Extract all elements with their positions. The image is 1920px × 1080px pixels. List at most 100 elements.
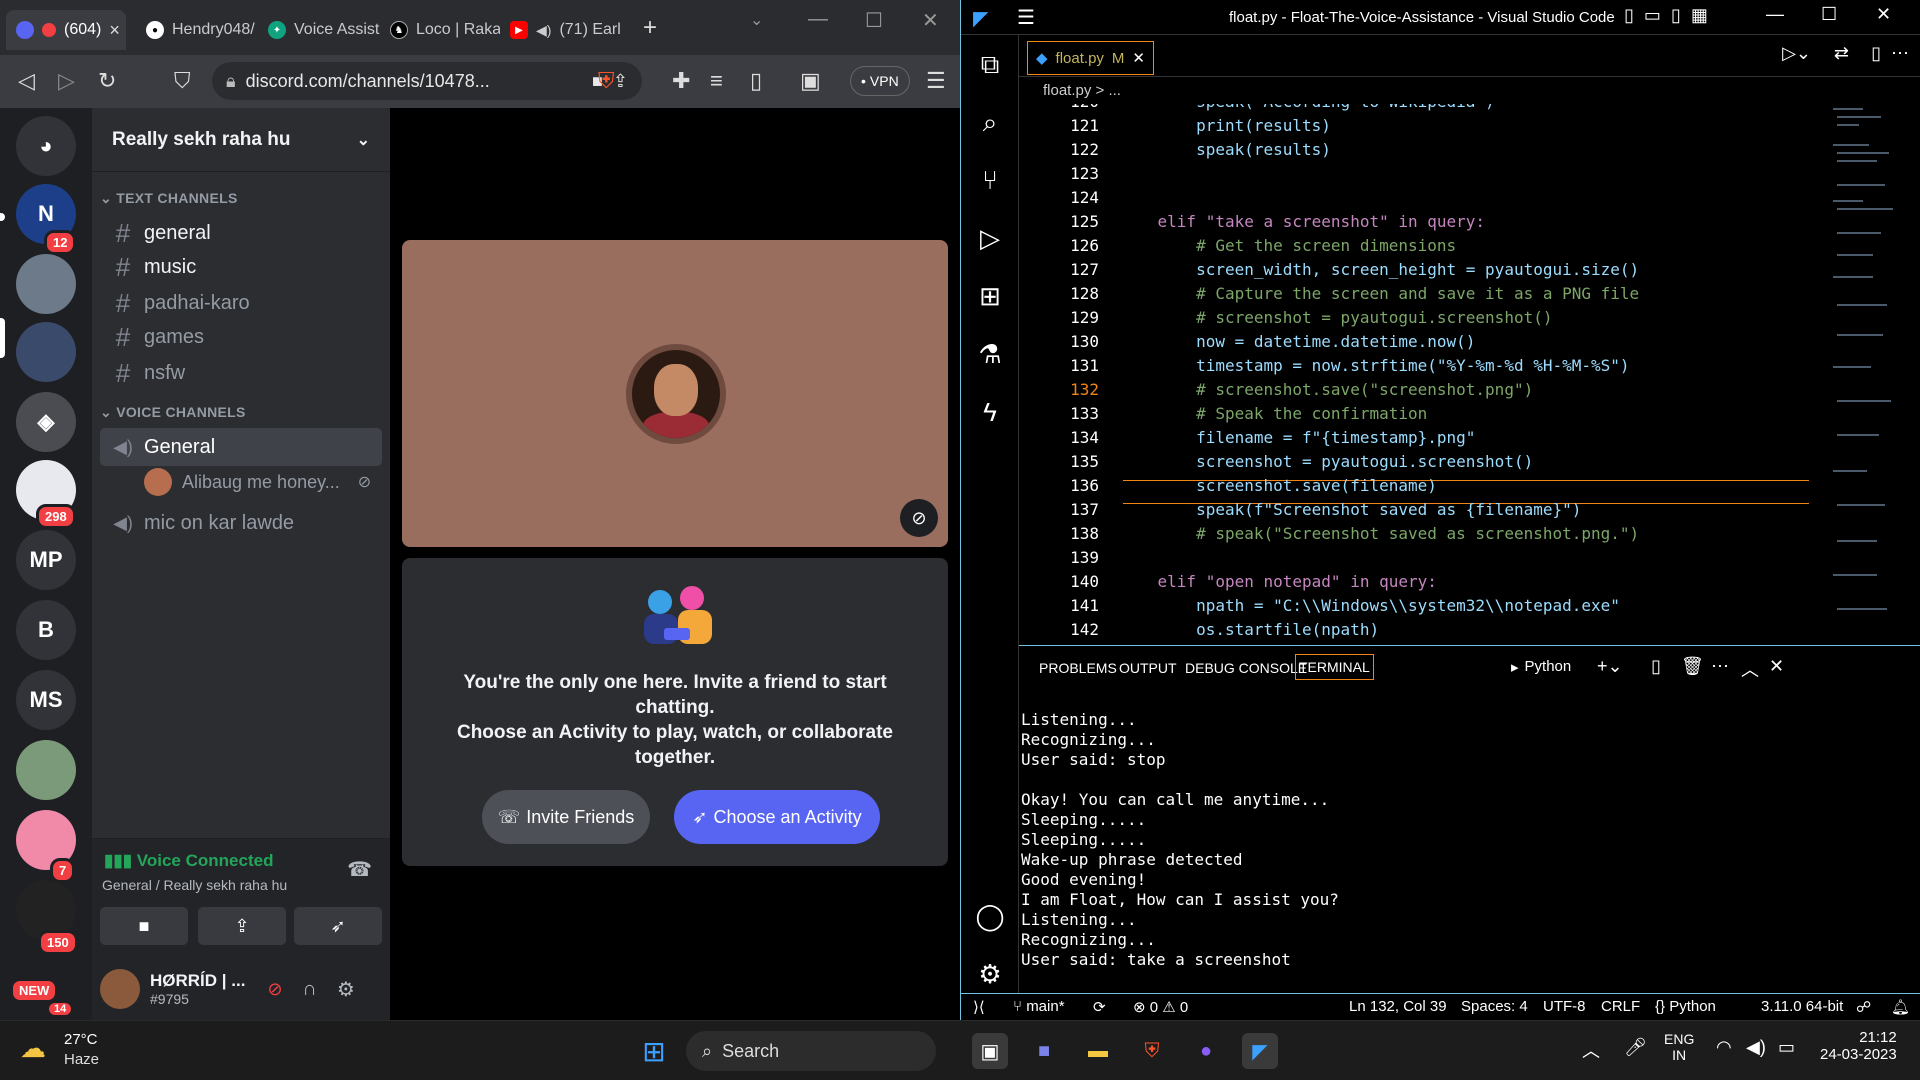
server-icon[interactable] [16,322,76,382]
language-mode[interactable]: {} Python [1655,998,1716,1015]
browser-tab-discord[interactable]: (604) × [6,10,126,50]
tab-terminal[interactable]: TERMINAL [1295,654,1374,680]
split-editor-icon[interactable]: ▯ [1871,43,1881,64]
minimize-icon[interactable]: — [1766,4,1784,25]
muted-mic-icon[interactable]: ⊘ [267,979,282,1000]
account-icon[interactable]: ◯ [971,897,1009,935]
browser-tab-github[interactable]: ● Hendry048/ [136,10,256,50]
menu-icon[interactable]: ☰ [1017,5,1035,30]
camera-button[interactable]: ■ [100,907,188,945]
share-icon[interactable]: ⇪ [613,71,628,92]
voice-connected-sub[interactable]: General / Really sekh raha hu [102,877,287,893]
browser-tab-youtube[interactable]: ▶ ◀) (71) Earl [500,10,622,50]
clock[interactable]: 21:12 24-03-2023 [1820,1029,1897,1063]
editor-tab-float-py[interactable]: ◆ float.py M ✕ [1027,41,1154,75]
windows-start-icon[interactable]: ⊞ [636,1033,672,1069]
server-icon-ms[interactable]: MS [16,670,76,730]
server-icon[interactable] [16,254,76,314]
maximize-panel-icon[interactable]: ︿ [1741,656,1759,682]
avatar[interactable] [100,969,140,1009]
browser-tab-chatgpt[interactable]: ✦ Voice Assist [258,10,380,50]
run-python-icon[interactable]: ▷⌄ [1782,43,1811,64]
remote-icon[interactable]: ⟩⟨ [973,998,985,1016]
vscode-taskbar-icon[interactable]: ◤ [1242,1033,1278,1069]
tab-problems[interactable]: PROBLEMS [1039,660,1117,676]
code-editor[interactable]: 120 speak("According to Wikipedia") 121 p… [1019,104,1809,644]
menu-icon[interactable]: ☰ [926,67,946,95]
category-voice-channels[interactable]: ⌄ VOICE CHANNELS [100,404,246,421]
microphone-icon[interactable]: 🎤︎ [1624,1037,1647,1058]
indentation[interactable]: Spaces: 4 [1461,998,1528,1015]
headphones-icon[interactable]: ∩ [303,978,317,1001]
forward-icon[interactable]: ▷ [58,67,75,95]
minimize-icon[interactable]: — [808,8,828,31]
chevron-up-icon[interactable]: ︿ [1582,1037,1600,1063]
gear-icon[interactable]: ⚙ [971,955,1009,993]
feedback-icon[interactable]: ☍ [1856,998,1871,1016]
voice-channel-mic-on[interactable]: ◀) mic on kar lawde [100,504,382,542]
extensions-icon[interactable]: ⊞ [971,277,1009,315]
explorer-icon[interactable]: ⧉ [971,45,1009,83]
source-control-icon[interactable]: ⑂ [971,161,1009,199]
search-icon[interactable]: ⌕ [971,103,1009,141]
choose-activity-button[interactable]: ➶ Choose an Activity [674,790,880,844]
server-header[interactable]: Really sekh raha hu ⌄ [92,108,390,172]
taskbar-search[interactable]: ⌕ Search [686,1031,936,1071]
split-terminal-icon[interactable]: ▯ [1651,656,1661,677]
breadcrumb[interactable]: float.py > ... [1019,82,1920,104]
notifications-icon[interactable]: 🔔︎ [1891,998,1910,1016]
maximize-icon[interactable]: ☐ [1821,4,1837,25]
reload-icon[interactable]: ↻ [98,67,116,95]
url-bar[interactable]: 🔒︎ discord.com/channels/10478... ■ ⇪ [212,62,642,100]
temperature[interactable]: 27°C [64,1031,98,1048]
trash-icon[interactable]: 🗑︎ [1681,656,1704,677]
sync-icon[interactable]: ⟳ [1093,998,1106,1016]
line-ending[interactable]: CRLF [1601,998,1640,1015]
channel-general[interactable]: # general [100,214,382,252]
compare-changes-icon[interactable]: ⇄ [1834,43,1849,64]
server-icon-mp[interactable]: MP [16,530,76,590]
wifi-icon[interactable]: ◠ [1716,1037,1732,1058]
weather-icon[interactable]: ☁ [20,1033,46,1064]
close-window-icon[interactable]: ✕ [922,8,939,33]
category-text-channels[interactable]: ⌄ TEXT CHANNELS [100,190,238,207]
tab-output[interactable]: OUTPUT [1119,660,1177,676]
run-debug-icon[interactable]: ▷ [971,219,1009,257]
voice-user[interactable]: Alibaug me honey... ⊘ [144,466,371,498]
wallet-icon[interactable]: ▣ [800,67,821,95]
maximize-icon[interactable]: ☐ [865,8,883,33]
volume-icon[interactable]: ◀) [1746,1037,1766,1058]
channel-padhai-karo[interactable]: # padhai-karo [100,284,382,322]
back-icon[interactable]: ◁ [18,67,35,95]
brave-browser-icon[interactable]: ⛨ [1134,1033,1170,1069]
teams-chat-icon[interactable]: ■ [1026,1033,1062,1069]
lightning-icon[interactable]: ϟ [971,393,1009,431]
activity-button[interactable]: ➶ [294,907,382,945]
discord-home-icon[interactable]: ◕ [16,116,76,176]
server-icon[interactable] [16,740,76,800]
minimap[interactable] [1831,104,1911,644]
tab-debug-console[interactable]: DEBUG CONSOLE [1185,660,1307,676]
tab-list-chevron-icon[interactable]: ⌄ [750,10,763,30]
new-tab-icon[interactable]: + [643,14,657,42]
battery-icon[interactable]: ▭ [1778,1037,1795,1058]
layout-toggle-icon[interactable]: ▯▭▯▦ [1624,5,1718,26]
voice-channel-general[interactable]: ◀) General [100,428,382,466]
voice-connected-status[interactable]: ▮▮▮ Voice Connected [104,851,273,871]
brave-shield-icon[interactable]: ⛨ [598,67,615,95]
channel-games[interactable]: # games [100,318,382,356]
server-icon[interactable]: ◈ [16,392,76,452]
cursor-position[interactable]: Ln 132, Col 39 [1349,998,1447,1015]
problems-count[interactable]: ⊗ 0 ⚠ 0 [1133,998,1188,1016]
weather-condition[interactable]: Haze [64,1051,99,1068]
server-icon-b[interactable]: B [16,600,76,660]
gear-icon[interactable]: ⚙ [337,977,355,1002]
encoding[interactable]: UTF-8 [1543,998,1586,1015]
new-terminal-icon[interactable]: +⌄ [1597,656,1623,677]
file-explorer-icon[interactable]: ▬ [1080,1033,1116,1069]
python-interpreter[interactable]: 3.11.0 64-bit [1761,998,1843,1015]
channel-nsfw[interactable]: # nsfw [100,354,382,392]
github-desktop-icon[interactable]: ● [1188,1033,1224,1069]
sidebar-icon[interactable]: ▯ [750,67,762,95]
close-panel-icon[interactable]: ✕ [1769,656,1784,677]
